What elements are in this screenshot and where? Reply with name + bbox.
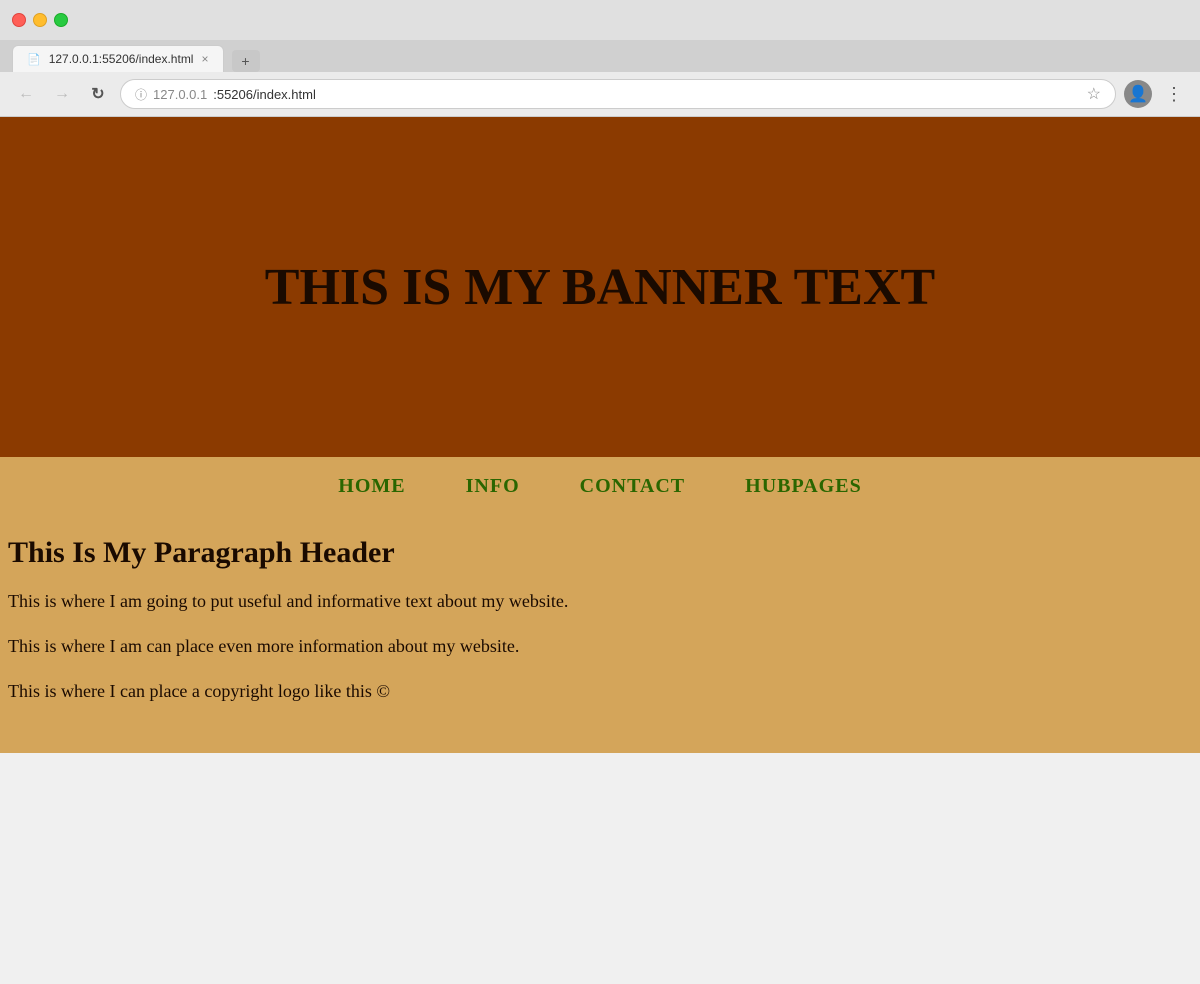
- active-tab[interactable]: 📄 127.0.0.1:55206/index.html ×: [12, 45, 224, 72]
- user-avatar-icon: 👤: [1128, 84, 1148, 104]
- banner-heading: THIS IS MY BANNER TEXT: [265, 258, 935, 317]
- nav-contact-link[interactable]: CONTACT: [580, 475, 686, 498]
- url-protocol: 127.0.0.1: [153, 87, 207, 102]
- reload-button[interactable]: ↻: [84, 80, 112, 108]
- nav-info-link[interactable]: INFO: [466, 475, 520, 498]
- nav-home-link[interactable]: HOME: [338, 475, 405, 498]
- address-bar: ← → ↻ ⓘ 127.0.0.1 :55206/index.html ☆ 👤 …: [0, 72, 1200, 116]
- tab-page-icon: 📄: [27, 53, 41, 66]
- maximize-button[interactable]: [54, 13, 68, 27]
- close-button[interactable]: [12, 13, 26, 27]
- website-content: THIS IS MY BANNER TEXT HOME INFO CONTACT…: [0, 117, 1200, 753]
- tab-close-button[interactable]: ×: [201, 52, 208, 66]
- nav-hubpages-link[interactable]: HUBPAGES: [745, 475, 862, 498]
- paragraph-2: This is where I am can place even more i…: [8, 633, 1192, 660]
- tab-title: 127.0.0.1:55206/index.html: [49, 52, 194, 66]
- paragraph-1: This is where I am going to put useful a…: [8, 588, 1192, 615]
- url-path: :55206/index.html: [213, 87, 316, 102]
- user-account-icon[interactable]: 👤: [1124, 80, 1152, 108]
- bookmark-icon[interactable]: ☆: [1087, 84, 1101, 104]
- paragraph-3: This is where I can place a copyright lo…: [8, 678, 1192, 705]
- title-bar: [0, 0, 1200, 40]
- banner-section: THIS IS MY BANNER TEXT: [0, 117, 1200, 457]
- traffic-lights: [12, 13, 68, 27]
- back-button[interactable]: ←: [12, 80, 40, 108]
- main-content-area: This Is My Paragraph Header This is wher…: [0, 516, 1200, 753]
- forward-button[interactable]: →: [48, 80, 76, 108]
- tab-bar: 📄 127.0.0.1:55206/index.html × +: [0, 40, 1200, 72]
- browser-chrome: 📄 127.0.0.1:55206/index.html × + ← → ↻ ⓘ…: [0, 0, 1200, 117]
- navigation-bar: HOME INFO CONTACT HUBPAGES: [0, 457, 1200, 516]
- new-tab-button[interactable]: +: [232, 50, 260, 72]
- paragraph-header: This Is My Paragraph Header: [8, 536, 1192, 570]
- url-bar[interactable]: ⓘ 127.0.0.1 :55206/index.html ☆: [120, 79, 1116, 109]
- url-security-icon: ⓘ: [135, 86, 147, 103]
- minimize-button[interactable]: [33, 13, 47, 27]
- browser-menu-button[interactable]: ⋮: [1160, 80, 1188, 108]
